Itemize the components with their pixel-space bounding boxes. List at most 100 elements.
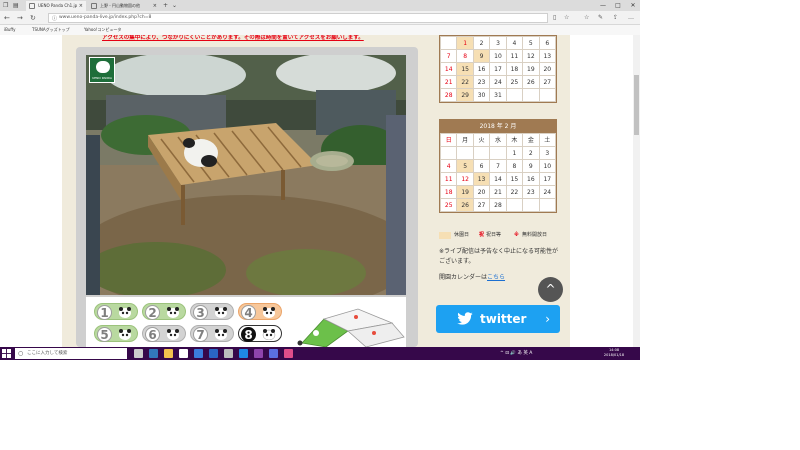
- favorite-item[interactable]: Yahoo!コンピュータ: [84, 25, 121, 35]
- tab-label: 上野 - 円山動物園の他: [100, 3, 140, 8]
- ueno-panda-logo[interactable]: UENO PANDA: [89, 57, 115, 83]
- web-page: アクセスの集中により、つながりにくいことがあります。その際は時間を置いてアクセス…: [0, 35, 640, 347]
- share-icon[interactable]: ⇪: [613, 13, 618, 23]
- live-camera-view[interactable]: [86, 55, 406, 295]
- camera-button-5[interactable]: 5: [94, 325, 138, 342]
- camera-button-6[interactable]: 6: [142, 325, 186, 342]
- weekday-header: 土: [538, 133, 557, 147]
- calendar-february: 2018 年 2 月 日月火水木金土 1 2 3 4 5 6 7 8 9 10 11 12 13 14 15…: [439, 119, 557, 213]
- calendar-title: 2018 年 2 月: [440, 120, 556, 133]
- calendar-day: 25: [439, 198, 458, 212]
- camera-button-1[interactable]: 1: [94, 303, 138, 320]
- tab-dropdown-icon[interactable]: ⌄: [172, 0, 177, 11]
- tab-ueno-panda[interactable]: UENO Panda Ch1.jp ×: [26, 1, 86, 11]
- calendar-day: 28: [489, 198, 507, 212]
- explorer-icon[interactable]: [164, 349, 173, 358]
- legend-closed: 休園日: [454, 232, 470, 238]
- calendar-link[interactable]: こちら: [487, 274, 505, 281]
- panda-icon: [119, 307, 131, 318]
- system-tray[interactable]: ^ ⊡ 🔊 あ 英 A: [500, 347, 532, 360]
- pen-icon[interactable]: ✎: [598, 13, 603, 23]
- settings-icon[interactable]: [224, 349, 233, 358]
- media-icon[interactable]: [254, 349, 263, 358]
- calendar-day: 30: [472, 88, 491, 102]
- camera-button-4[interactable]: 4: [238, 303, 282, 320]
- calendar-day: 5: [456, 159, 474, 173]
- camera-number: 6: [145, 327, 160, 342]
- edge-icon[interactable]: [149, 349, 158, 358]
- minimize-button[interactable]: —: [596, 0, 610, 11]
- calendar-day: 20: [538, 62, 557, 76]
- outlook-icon[interactable]: [209, 349, 218, 358]
- maximize-button[interactable]: □: [611, 0, 625, 11]
- clock[interactable]: 14:08 2018/01/18: [600, 348, 628, 358]
- taskbar: ○ ここに入力して検索 ^ ⊡ 🔊 あ 英 A 14:08 2018/01/18: [0, 347, 640, 360]
- refresh-icon[interactable]: ↻: [30, 12, 36, 24]
- task-view-icon[interactable]: [134, 349, 143, 358]
- tab-preview-icon[interactable]: ▤: [13, 0, 19, 11]
- forward-icon[interactable]: →: [17, 12, 23, 24]
- access-notice[interactable]: アクセスの集中により、つながりにくいことがあります。その際は時間を置いてアクセス…: [102, 35, 364, 42]
- back-icon[interactable]: ←: [4, 12, 10, 24]
- calendar-day: 20: [472, 185, 491, 199]
- more-icon[interactable]: …: [628, 13, 634, 23]
- close-tab-icon[interactable]: ×: [79, 1, 83, 11]
- stream-notice: ※ライブ配信は予告なく中止になる可能性がございます。: [439, 248, 559, 265]
- enclosure-map-icon[interactable]: [296, 303, 406, 347]
- panda-icon: [263, 307, 275, 318]
- camera-button-7[interactable]: 7: [190, 325, 234, 342]
- calendar-day: 8: [456, 49, 474, 63]
- calendar-day: 22: [456, 75, 474, 89]
- favorite-star-icon[interactable]: ☆: [564, 13, 569, 23]
- calendar-week-row: 11 12 13 14 15 16 17: [439, 172, 557, 186]
- calendar-day: 15: [505, 172, 524, 186]
- calendar-day: 9: [472, 49, 491, 63]
- favorites-hub-icon[interactable]: ☆: [584, 13, 589, 23]
- calendar-day: 27: [538, 75, 557, 89]
- camera-selector: 1 2 3 4 5 6 7 8: [86, 297, 406, 347]
- calendar-day: 15: [456, 62, 474, 76]
- camera-button-8[interactable]: 8: [238, 325, 282, 342]
- tab-second[interactable]: 上野 - 円山動物園の他 ×: [88, 1, 160, 11]
- camera-button-3[interactable]: 3: [190, 303, 234, 320]
- scroll-top-button[interactable]: ^: [538, 277, 563, 302]
- tab-actions-icon[interactable]: ❐: [3, 0, 8, 11]
- calendar-grid: 1 2 3 4 5 6 7 8 9 10 11 12 13 14 15 16 17 18 19 20 21 22 23 24 2…: [439, 36, 557, 102]
- app-icon[interactable]: [284, 349, 293, 358]
- calendar-day: 3: [538, 146, 557, 160]
- camera-button-2[interactable]: 2: [142, 303, 186, 320]
- reading-view-icon[interactable]: ▯: [553, 13, 556, 23]
- edge2-icon[interactable]: [239, 349, 248, 358]
- calendar-day: 8: [505, 159, 524, 173]
- close-window-button[interactable]: ✕: [626, 0, 640, 11]
- store-icon[interactable]: [179, 349, 188, 358]
- calendar-week-row: 25 26 27 28: [439, 198, 557, 212]
- calendar-day: 12: [456, 172, 474, 186]
- taskbar-search-input[interactable]: ○ ここに入力して検索: [15, 348, 127, 359]
- favorite-item[interactable]: iBuffy: [4, 25, 16, 35]
- camera-number: 7: [193, 327, 208, 342]
- calendar-icon[interactable]: [194, 349, 203, 358]
- scrollbar-thumb[interactable]: [634, 75, 639, 135]
- tab-label: UENO Panda Ch1.jp: [38, 3, 78, 8]
- close-tab-icon[interactable]: ×: [153, 1, 157, 11]
- calendar-day: 2: [522, 146, 540, 160]
- favorite-item[interactable]: TSUNAグッズトップ: [32, 25, 70, 35]
- search-placeholder: ここに入力して検索: [27, 351, 68, 356]
- calendar-day: 9: [522, 159, 540, 173]
- tab-bar: ❐ ▤ UENO Panda Ch1.jp × 上野 - 円山動物園の他 × +…: [0, 0, 640, 11]
- calendar-day: [505, 88, 524, 102]
- calendar-day: 17: [538, 172, 557, 186]
- tv-icon[interactable]: [269, 349, 278, 358]
- url-input[interactable]: ⓘ www.ueno-panda-live.jp/index.php?ch=8: [48, 13, 548, 23]
- calendar-day: [439, 146, 458, 160]
- calendar-day: 19: [522, 62, 540, 76]
- calendar-day: 14: [439, 62, 458, 76]
- up-arrow-icon: ^: [545, 282, 556, 296]
- windows-start-icon[interactable]: [2, 349, 11, 358]
- new-tab-icon[interactable]: +: [163, 0, 168, 11]
- twitter-button[interactable]: twitter ›: [436, 305, 560, 333]
- camera-number: 2: [145, 305, 160, 320]
- legend-free: 無料開放日: [522, 232, 548, 238]
- calendar-day: 11: [505, 49, 524, 63]
